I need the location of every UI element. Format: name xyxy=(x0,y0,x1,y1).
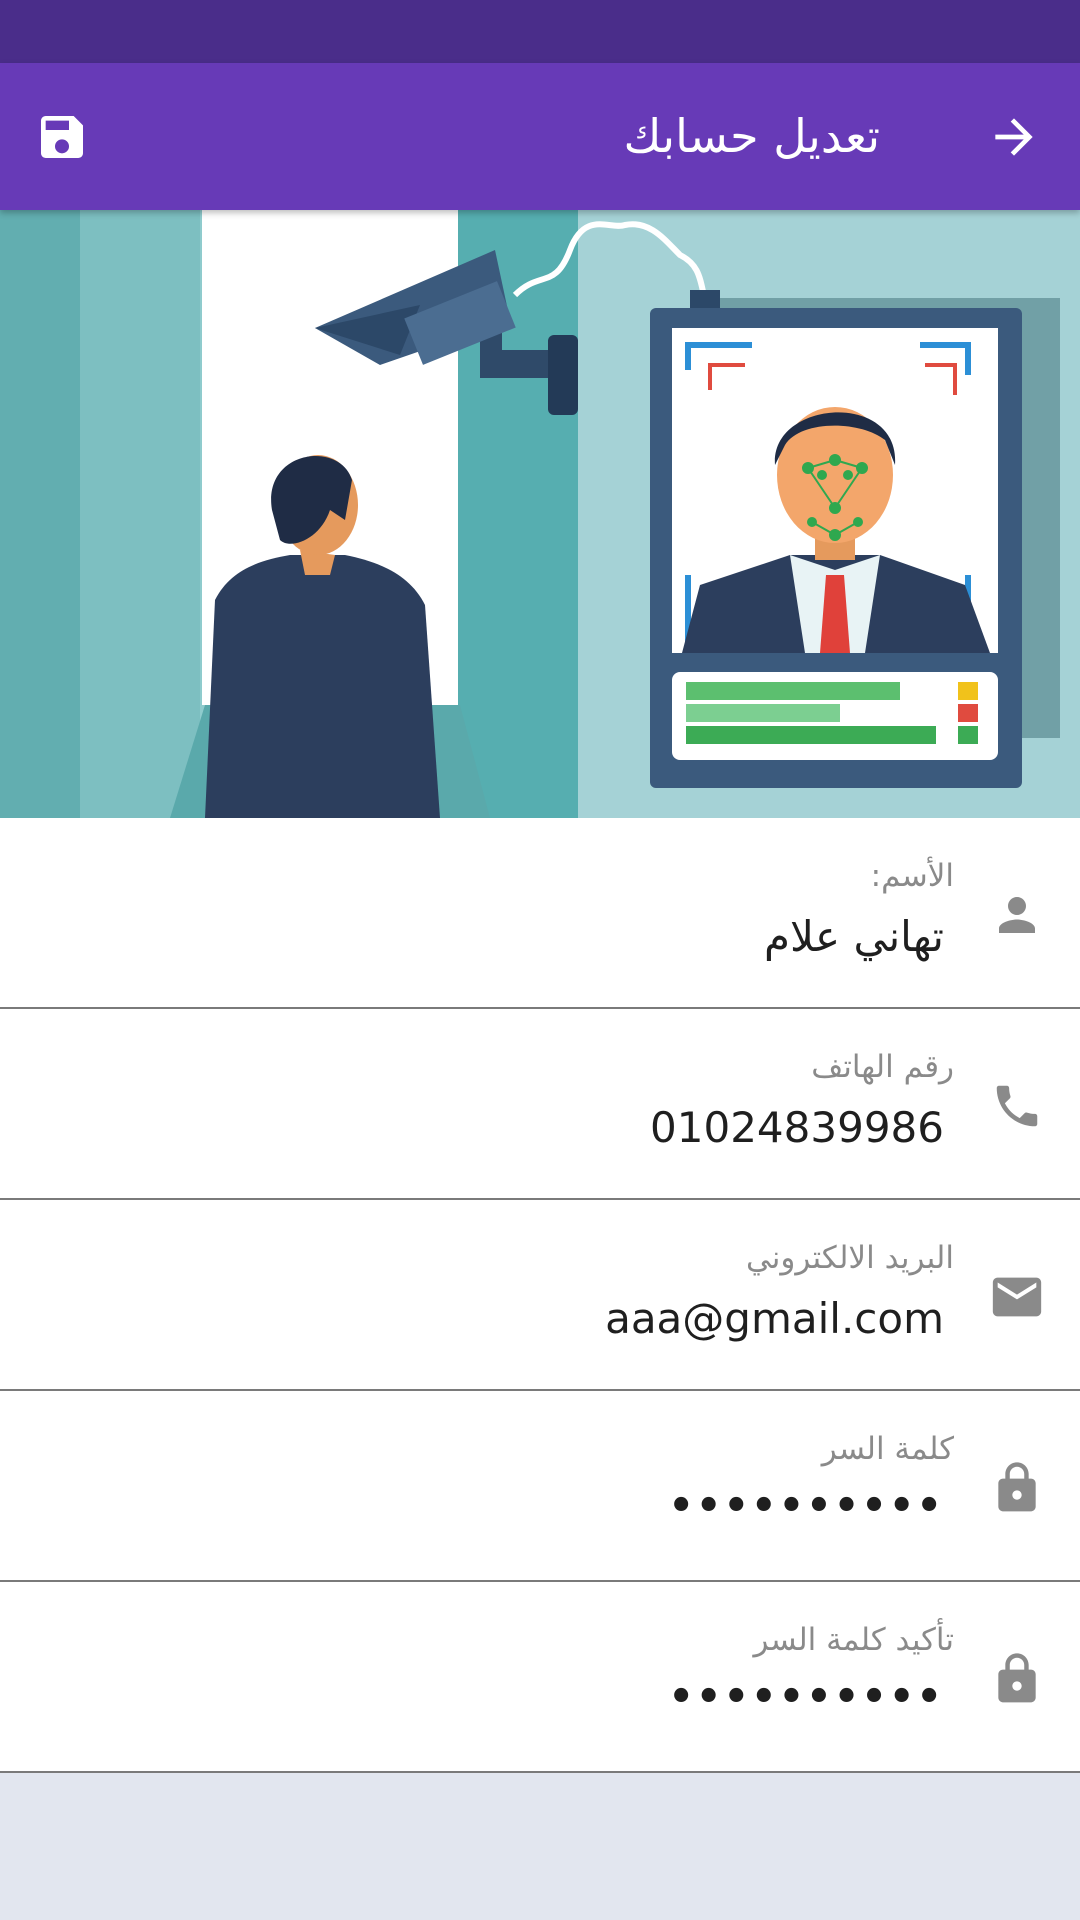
password-field[interactable]: كلمة السر •••••••••• xyxy=(0,1391,1080,1582)
name-label: الأسم: xyxy=(870,858,954,894)
confirm-password-label: تأكيد كلمة السر xyxy=(753,1622,954,1658)
field-icon xyxy=(984,1646,1050,1712)
confirm-password-value[interactable]: •••••••••• xyxy=(668,1674,944,1720)
name-value[interactable]: تهاني علام xyxy=(764,912,944,961)
password-value[interactable]: •••••••••• xyxy=(668,1483,944,1529)
lock-icon xyxy=(998,1462,1036,1512)
save-button[interactable] xyxy=(26,101,98,173)
face-recognition-illustration xyxy=(0,210,1080,818)
field-icon xyxy=(984,1455,1050,1521)
hero-illustration xyxy=(0,210,1080,818)
password-label: كلمة السر xyxy=(821,1431,954,1467)
email-field[interactable]: البريد الالكتروني aaa@gmail.com xyxy=(0,1200,1080,1391)
field-icon xyxy=(984,1073,1050,1139)
arrow-forward-icon xyxy=(995,118,1033,156)
email-icon xyxy=(992,1277,1042,1317)
field-icon xyxy=(984,882,1050,948)
confirm-password-field[interactable]: تأكيد كلمة السر •••••••••• xyxy=(0,1582,1080,1773)
field-icon xyxy=(984,1264,1050,1330)
phone-icon xyxy=(996,1085,1038,1127)
phone-value[interactable]: 01024839986 xyxy=(650,1103,944,1152)
email-label: البريد الالكتروني xyxy=(745,1240,954,1276)
lock-icon xyxy=(998,1653,1036,1703)
phone-label: رقم الهاتف xyxy=(811,1049,954,1085)
person-icon xyxy=(999,897,1035,933)
profile-form: الأسم: تهاني علام رقم الهاتف 01024839986… xyxy=(0,818,1080,1773)
name-field[interactable]: الأسم: تهاني علام xyxy=(0,818,1080,1009)
app-bar: تعديل حسابك xyxy=(0,63,1080,210)
back-button[interactable] xyxy=(978,101,1050,173)
phone-field[interactable]: رقم الهاتف 01024839986 xyxy=(0,1009,1080,1200)
save-icon xyxy=(41,116,83,158)
email-value[interactable]: aaa@gmail.com xyxy=(605,1294,944,1343)
status-bar xyxy=(0,0,1080,63)
bottom-empty-area xyxy=(0,1773,1080,1920)
page-title: تعديل حسابك xyxy=(623,109,880,163)
